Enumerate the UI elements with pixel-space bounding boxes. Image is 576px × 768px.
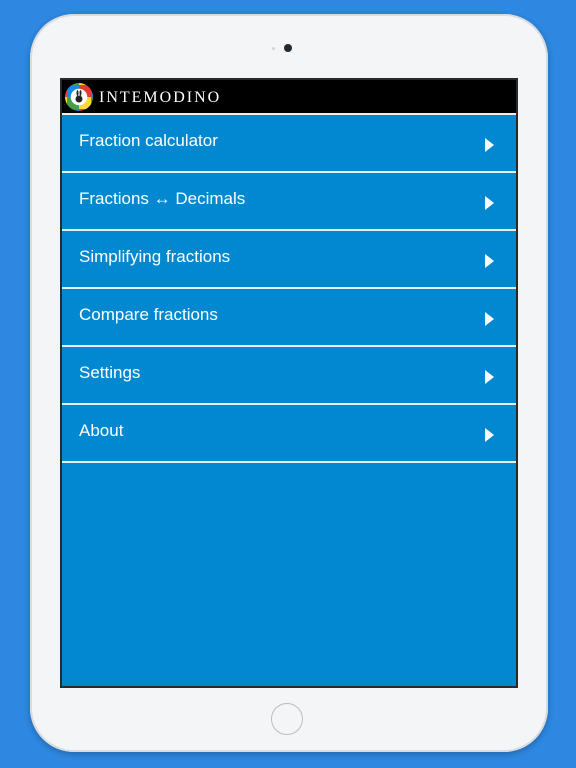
menu-item-fraction-calculator[interactable]: Fraction calculator <box>62 115 516 173</box>
menu-item-fractions-decimals[interactable]: Fractions ↔ Decimals <box>62 173 516 231</box>
app-header: INTEMODINO <box>62 80 516 115</box>
menu-item-label: Compare fractions <box>79 305 218 324</box>
chevron-right-icon <box>485 254 494 268</box>
rabbit-logo-icon <box>65 83 93 111</box>
chevron-right-icon <box>485 370 494 384</box>
chevron-right-icon <box>485 196 494 210</box>
tablet-frame: INTEMODINO Fraction calculator Fractions… <box>30 14 548 752</box>
front-camera <box>284 44 292 52</box>
menu-item-label: Fractions ↔ Decimals <box>79 189 246 208</box>
home-button[interactable] <box>271 703 303 735</box>
menu-item-label: Simplifying fractions <box>79 247 231 266</box>
menu-item-simplifying-fractions[interactable]: Simplifying fractions <box>62 231 516 289</box>
brand-name: INTEMODINO <box>99 88 222 106</box>
app-screen: INTEMODINO Fraction calculator Fractions… <box>60 78 518 688</box>
light-sensor <box>272 47 275 50</box>
chevron-right-icon <box>485 428 494 442</box>
rabbit-icon <box>75 89 83 102</box>
chevron-right-icon <box>485 312 494 326</box>
menu-item-about[interactable]: About <box>62 405 516 463</box>
menu-item-label: Settings <box>79 363 141 382</box>
main-menu: Fraction calculator Fractions ↔ Decimals… <box>62 115 516 463</box>
menu-item-compare-fractions[interactable]: Compare fractions <box>62 289 516 347</box>
menu-item-label: About <box>79 421 124 440</box>
chevron-right-icon <box>485 138 494 152</box>
menu-item-settings[interactable]: Settings <box>62 347 516 405</box>
menu-item-label: Fraction calculator <box>79 131 218 150</box>
